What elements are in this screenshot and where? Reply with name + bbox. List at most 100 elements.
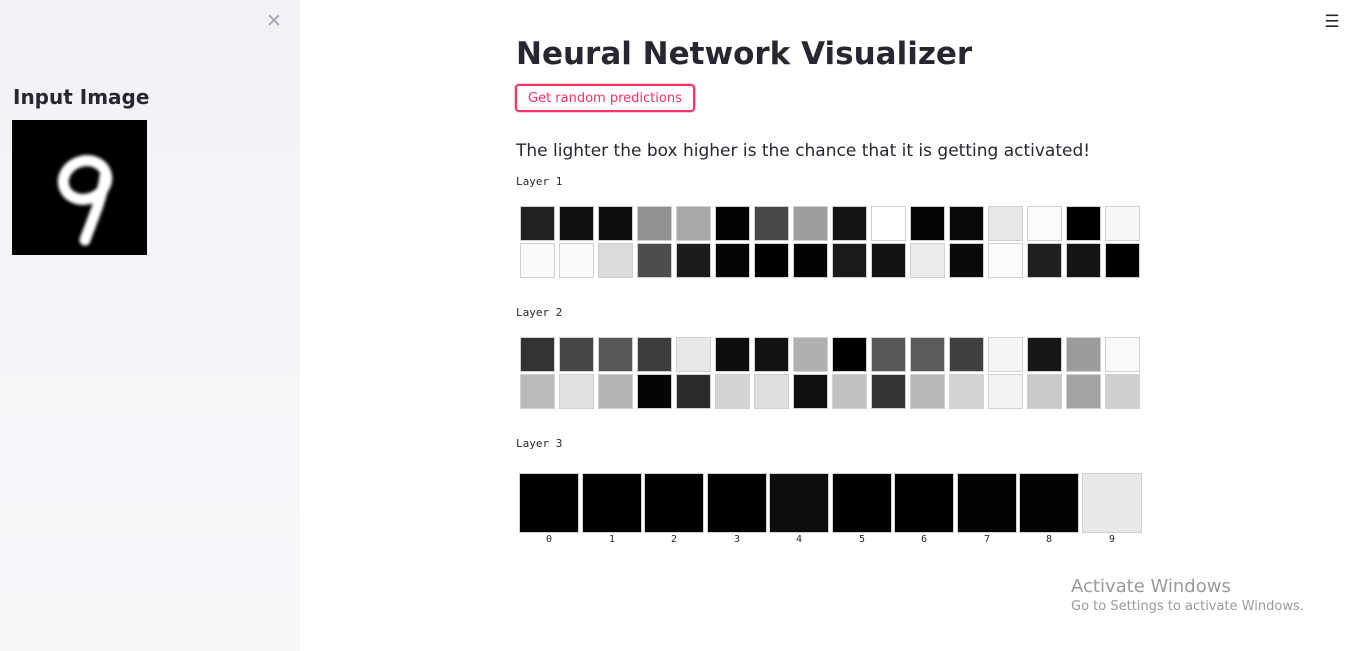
output-class-label: 2 xyxy=(670,534,678,545)
layer-2-neuron xyxy=(676,337,711,372)
output-neuron xyxy=(519,473,579,533)
layer-1-neuron xyxy=(1066,206,1101,241)
output-class-label: 8 xyxy=(1045,534,1053,545)
layer-2-neuron xyxy=(1105,374,1140,409)
output-neuron xyxy=(1019,473,1079,533)
activate-windows-watermark: Activate Windows Go to Settings to activ… xyxy=(1071,576,1304,616)
output-class-label: 1 xyxy=(608,534,616,545)
layer-1-neuron xyxy=(754,243,789,278)
layer-3-label: Layer 3 xyxy=(516,437,563,450)
layer-1-neuron xyxy=(871,206,906,241)
layer-1-neuron xyxy=(520,243,555,278)
layer-2-neuron xyxy=(598,374,633,409)
close-icon[interactable]: ✕ xyxy=(266,10,284,32)
layer-1-neuron xyxy=(1066,243,1101,278)
layer-1-neuron xyxy=(676,243,711,278)
output-neuron xyxy=(1082,473,1142,533)
output-class-label: 4 xyxy=(795,534,803,545)
layer-2-neuron xyxy=(1027,337,1062,372)
layer-2-neuron xyxy=(637,337,672,372)
sidebar: ✕ Input Image xyxy=(0,0,300,651)
output-neuron xyxy=(894,473,954,533)
layer-2-neuron xyxy=(910,374,945,409)
layer-2-neuron xyxy=(793,374,828,409)
layer-1-neuron xyxy=(1105,243,1140,278)
layer-1-label: Layer 1 xyxy=(516,175,563,188)
layer-2-neuron xyxy=(559,337,594,372)
layer-1-neuron xyxy=(910,206,945,241)
layer-1-neuron xyxy=(715,206,750,241)
layer-2-neuron xyxy=(754,337,789,372)
layer-1-neuron xyxy=(637,243,672,278)
sidebar-title: Input Image xyxy=(13,85,150,109)
layer-2-neuron xyxy=(988,374,1023,409)
layer-1-neuron xyxy=(949,206,984,241)
layer-2-neuron xyxy=(754,374,789,409)
output-class-label: 9 xyxy=(1108,534,1116,545)
hamburger-menu-icon[interactable]: ☰ xyxy=(1321,11,1343,33)
output-neuron xyxy=(582,473,642,533)
layer-2-neuron xyxy=(676,374,711,409)
get-random-predictions-button[interactable]: Get random predictions xyxy=(515,84,695,112)
layer-1-neuron xyxy=(676,206,711,241)
layer-2-grid xyxy=(516,337,1144,411)
layer-1-neuron xyxy=(832,243,867,278)
output-class-label: 7 xyxy=(983,534,991,545)
layer-1-neuron xyxy=(988,206,1023,241)
layer-1-neuron xyxy=(832,206,867,241)
layer-2-neuron xyxy=(832,374,867,409)
output-neuron xyxy=(644,473,704,533)
layer-2-neuron xyxy=(715,374,750,409)
watermark-subtitle: Go to Settings to activate Windows. xyxy=(1071,599,1304,614)
output-class-label: 3 xyxy=(733,534,741,545)
layer-1-neuron xyxy=(988,243,1023,278)
output-class-label: 6 xyxy=(920,534,928,545)
layer-2-neuron xyxy=(1105,337,1140,372)
page-title: Neural Network Visualizer xyxy=(516,36,973,72)
layer-1-neuron xyxy=(637,206,672,241)
layer-1-neuron xyxy=(520,206,555,241)
output-layer-grid: 0 1 2 3 4 5 6 7 8 9 xyxy=(516,473,1144,549)
output-neuron xyxy=(832,473,892,533)
layer-1-neuron xyxy=(793,243,828,278)
layer-1-neuron xyxy=(910,243,945,278)
output-neuron xyxy=(707,473,767,533)
layer-2-neuron xyxy=(910,337,945,372)
layer-2-neuron xyxy=(559,374,594,409)
layer-1-neuron xyxy=(559,243,594,278)
layer-1-neuron xyxy=(871,243,906,278)
layer-2-neuron xyxy=(1066,374,1101,409)
layer-2-neuron xyxy=(949,374,984,409)
layer-2-neuron xyxy=(520,374,555,409)
layer-1-neuron xyxy=(1105,206,1140,241)
layer-1-neuron xyxy=(1027,243,1062,278)
layer-1-neuron xyxy=(559,206,594,241)
layer-2-neuron xyxy=(1027,374,1062,409)
layer-1-neuron xyxy=(715,243,750,278)
layer-2-neuron xyxy=(598,337,633,372)
layer-1-neuron xyxy=(598,206,633,241)
output-neuron xyxy=(957,473,1017,533)
input-digit-image xyxy=(12,120,147,255)
layer-2-neuron xyxy=(1066,337,1101,372)
layer-2-neuron xyxy=(637,374,672,409)
layer-1-neuron xyxy=(949,243,984,278)
layer-2-neuron xyxy=(949,337,984,372)
layer-1-neuron xyxy=(754,206,789,241)
layer-2-neuron xyxy=(988,337,1023,372)
layer-2-label: Layer 2 xyxy=(516,306,563,319)
layer-2-neuron xyxy=(520,337,555,372)
output-class-label: 5 xyxy=(858,534,866,545)
layer-2-neuron xyxy=(793,337,828,372)
layer-2-neuron xyxy=(715,337,750,372)
layer-1-neuron xyxy=(793,206,828,241)
layer-1-neuron xyxy=(1027,206,1062,241)
output-neuron xyxy=(769,473,829,533)
layer-2-neuron xyxy=(871,374,906,409)
watermark-title: Activate Windows xyxy=(1071,576,1231,597)
layer-2-neuron xyxy=(832,337,867,372)
layer-2-neuron xyxy=(871,337,906,372)
layer-1-neuron xyxy=(598,243,633,278)
layer-1-grid xyxy=(516,206,1144,280)
output-class-label: 0 xyxy=(545,534,553,545)
